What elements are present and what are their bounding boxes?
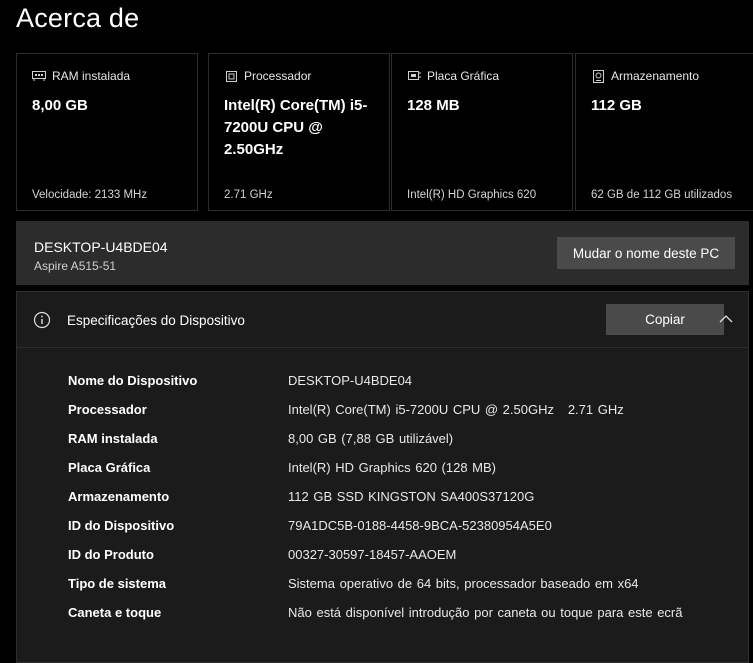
spec-value: Sistema operativo de 64 bits, processado… bbox=[288, 576, 639, 591]
pc-model: Aspire A515-51 bbox=[34, 259, 117, 273]
copy-button[interactable]: Copiar bbox=[606, 304, 724, 335]
specifications-list: Nome do Dispositivo DESKTOP-U4BDE04 Proc… bbox=[68, 372, 700, 633]
pc-name-bar: DESKTOP-U4BDE04 Aspire A515-51 Mudar o n… bbox=[16, 221, 749, 285]
chevron-up-icon[interactable] bbox=[717, 312, 735, 326]
card-value: Intel(R) Core(TM) i5-7200U CPU @ 2.50GHz bbox=[224, 97, 368, 158]
spec-row-system-type: Tipo de sistema Sistema operativo de 64 … bbox=[68, 575, 700, 593]
cpu-icon bbox=[224, 69, 238, 83]
spec-key: Nome do Dispositivo bbox=[68, 373, 198, 388]
specifications-header[interactable]: Especificações do Dispositivo Copiar bbox=[17, 292, 748, 348]
card-subtext: Velocidade: 2133 MHz bbox=[32, 189, 148, 201]
card-subtext: Intel(R) HD Graphics 620 bbox=[407, 189, 537, 201]
processor-card: Processador Intel(R) Core(TM) i5-7200U C… bbox=[208, 53, 390, 211]
card-subtext: 62 GB de 112 GB utilizados bbox=[591, 189, 733, 201]
pc-name: DESKTOP-U4BDE04 bbox=[34, 239, 168, 255]
card-value: 128 MB bbox=[407, 97, 460, 114]
card-value: 112 GB bbox=[591, 97, 642, 114]
spec-key: Armazenamento bbox=[68, 489, 170, 504]
graphics-card: Placa Gráfica 128 MB Intel(R) HD Graphic… bbox=[391, 53, 573, 211]
card-subtext: 2.71 GHz bbox=[224, 189, 273, 201]
spec-value: 112 GB SSD KINGSTON SA400S37120G bbox=[288, 489, 535, 504]
device-specifications-panel: Especificações do Dispositivo Copiar Nom… bbox=[16, 291, 749, 663]
storage-card: Armazenamento 112 GB 62 GB de 112 GB uti… bbox=[575, 53, 753, 211]
rename-pc-button[interactable]: Mudar o nome deste PC bbox=[557, 237, 735, 269]
storage-icon bbox=[591, 69, 605, 83]
spec-key: Caneta e toque bbox=[68, 605, 162, 620]
card-label: Placa Gráfica bbox=[427, 69, 500, 83]
spec-value: Não está disponível introdução por canet… bbox=[288, 605, 683, 620]
spec-key: RAM instalada bbox=[68, 431, 158, 446]
spec-row-processor: Processador Intel(R) Core(TM) i5-7200U C… bbox=[68, 401, 700, 419]
card-label: Armazenamento bbox=[611, 69, 700, 83]
spec-value: DESKTOP-U4BDE04 bbox=[288, 373, 413, 388]
spec-key: Tipo de sistema bbox=[68, 576, 167, 591]
spec-row-device-id: ID do Dispositivo 79A1DC5B-0188-4458-9BC… bbox=[68, 517, 700, 535]
spec-value: 8,00 GB (7,88 GB utilizável) bbox=[288, 431, 454, 446]
spec-row-storage: Armazenamento 112 GB SSD KINGSTON SA400S… bbox=[68, 488, 700, 506]
spec-row-pen-touch: Caneta e toque Não está disponível intro… bbox=[68, 604, 700, 622]
spec-row-ram: RAM instalada 8,00 GB (7,88 GB utilizáve… bbox=[68, 430, 700, 448]
spec-key: ID do Dispositivo bbox=[68, 518, 175, 533]
spec-key: Processador bbox=[68, 402, 147, 417]
card-label: RAM instalada bbox=[52, 69, 131, 83]
spec-key: ID do Produto bbox=[68, 547, 154, 562]
page-title: Acerca de bbox=[16, 3, 140, 33]
spec-row-device-name: Nome do Dispositivo DESKTOP-U4BDE04 bbox=[68, 372, 700, 390]
card-label: Processador bbox=[244, 69, 312, 83]
specifications-title: Especificações do Dispositivo bbox=[67, 313, 245, 328]
spec-value: 79A1DC5B-0188-4458-9BCA-52380954A5E0 bbox=[288, 518, 552, 533]
spec-row-product-id: ID do Produto 00327-30597-18457-AAOEM bbox=[68, 546, 700, 564]
ram-icon bbox=[32, 69, 46, 83]
spec-row-graphics: Placa Gráfica Intel(R) HD Graphics 620 (… bbox=[68, 459, 700, 477]
spec-value: Intel(R) Core(TM) i5-7200U CPU @ 2.50GHz… bbox=[288, 402, 624, 417]
spec-value: 00327-30597-18457-AAOEM bbox=[288, 547, 457, 562]
spec-value: Intel(R) HD Graphics 620 (128 MB) bbox=[288, 460, 497, 475]
spec-key: Placa Gráfica bbox=[68, 460, 151, 475]
card-value: 8,00 GB bbox=[32, 97, 88, 114]
ram-card: RAM instalada 8,00 GB Velocidade: 2133 M… bbox=[16, 53, 198, 211]
info-icon bbox=[33, 311, 51, 329]
gpu-icon bbox=[407, 69, 421, 83]
